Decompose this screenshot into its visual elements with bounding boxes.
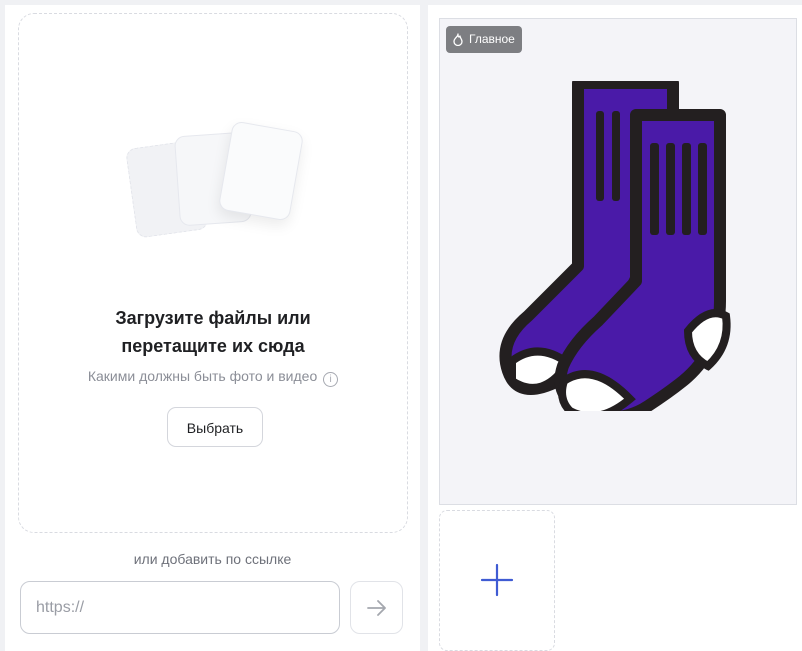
requirements-link[interactable]: Какими должны быть фото и видео i <box>19 368 407 387</box>
upload-panel: Загрузите файлы или перетащите их сюда К… <box>5 5 420 651</box>
submit-url-button[interactable] <box>350 581 403 634</box>
choose-file-button[interactable]: Выбрать <box>167 407 263 447</box>
file-dropzone[interactable]: Загрузите файлы или перетащите их сюда К… <box>18 13 408 533</box>
dropzone-title-line1: Загрузите файлы или <box>115 308 311 328</box>
main-badge-label: Главное <box>469 32 515 46</box>
url-input[interactable]: https:// <box>20 581 340 634</box>
dropzone-title: Загрузите файлы или перетащите их сюда <box>19 304 407 360</box>
dropzone-title-line2: перетащите их сюда <box>121 336 305 356</box>
main-badge: Главное <box>446 26 522 53</box>
plus-icon <box>480 563 514 597</box>
placeholder-card <box>217 120 305 222</box>
info-icon[interactable]: i <box>323 372 339 387</box>
requirements-text: Какими должны быть фото и видео <box>87 368 318 384</box>
add-by-link-label: или добавить по ссылке <box>133 551 292 567</box>
fire-icon <box>453 33 463 46</box>
add-media-button[interactable] <box>439 510 555 651</box>
placeholder-cards-illustration <box>125 120 311 246</box>
arrow-right-icon <box>367 600 386 616</box>
media-gallery: Главное <box>428 5 802 651</box>
main-photo-tile[interactable]: Главное <box>439 18 797 505</box>
socks-image <box>499 81 731 411</box>
